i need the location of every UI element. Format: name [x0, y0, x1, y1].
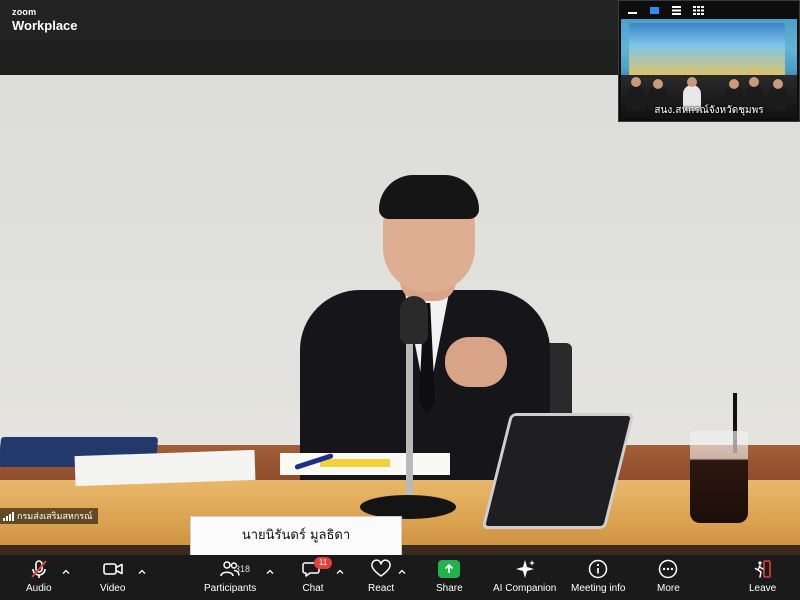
video-camera-icon: [102, 558, 124, 580]
heart-icon: [370, 558, 392, 580]
microphone: [400, 296, 428, 344]
share-screen-icon: [438, 558, 461, 580]
video-label: Video: [100, 583, 126, 594]
leave-exit-icon: [752, 558, 774, 580]
video-button[interactable]: Video: [100, 558, 125, 594]
papers: [74, 449, 256, 487]
audio-button[interactable]: Audio: [26, 558, 52, 594]
chat-label: Chat: [302, 583, 324, 594]
iced-coffee-cup: [690, 431, 748, 523]
leave-label: Leave: [749, 583, 777, 594]
participants-label: Participants: [204, 583, 257, 594]
sparkle-icon: [514, 558, 536, 580]
chat-bubble-icon: 11: [302, 557, 332, 580]
microphone-stand: [406, 343, 413, 503]
leave-button[interactable]: Leave: [749, 558, 776, 594]
participant-name: กรมส่งเสริมสหกรณ์: [17, 512, 93, 522]
meeting-toolbar: Audio Video Participants 318 11 Chat Rea…: [0, 555, 800, 600]
audio-label: Audio: [26, 583, 52, 594]
share-button[interactable]: Share: [436, 558, 463, 594]
react-options-chevron-up-icon[interactable]: [398, 568, 406, 576]
brand-zoom-text: zoom: [12, 7, 37, 17]
audio-options-chevron-up-icon[interactable]: [62, 568, 70, 576]
self-view-thumbnail[interactable]: สนง.สหกรณ์จังหวัดชุมพร: [618, 0, 800, 122]
share-label: Share: [436, 583, 463, 594]
event-banner: [629, 23, 785, 79]
meeting-info-button[interactable]: Meeting info: [571, 558, 625, 594]
ai-companion-button[interactable]: AI Companion: [493, 558, 556, 594]
speaker-hair: [379, 175, 479, 219]
active-speaker-video[interactable]: นายนิรันดร์ มูลธิดา: [0, 75, 800, 555]
video-options-chevron-up-icon[interactable]: [138, 568, 146, 576]
share-icon-box: [438, 560, 461, 578]
more-dots-icon: [657, 558, 679, 580]
speaker-hand: [445, 337, 507, 387]
chat-options-chevron-up-icon[interactable]: [336, 568, 344, 576]
brand-workplace-text: Workplace: [12, 18, 78, 33]
speaker-view-icon[interactable]: [649, 6, 660, 15]
participants-options-chevron-up-icon[interactable]: [266, 568, 274, 576]
zoom-workplace-logo: zoom Workplace: [12, 7, 78, 33]
more-label: More: [657, 583, 680, 594]
gallery-view-icon[interactable]: [693, 5, 704, 15]
chat-button[interactable]: 11 Chat: [302, 557, 332, 594]
self-view-caption: สนง.สหกรณ์จังหวัดชุมพร: [654, 105, 764, 116]
document-highlight: [320, 459, 390, 467]
nameplate: นายนิรันดร์ มูลธิดา: [190, 516, 402, 555]
meeting-info-label: Meeting info: [571, 583, 626, 594]
participants-count: 318: [235, 564, 251, 574]
connection-signal-icon: [3, 511, 14, 521]
self-view-controls: [619, 1, 799, 19]
chat-unread-badge: 11: [314, 557, 332, 569]
self-view-video: สนง.สหกรณ์จังหวัดชุมพร: [621, 19, 797, 119]
strip-view-icon[interactable]: [671, 5, 682, 15]
participant-name-tag: กรมส่งเสริมสหกรณ์: [0, 508, 98, 524]
more-button[interactable]: More: [657, 558, 680, 594]
react-button[interactable]: React: [368, 558, 394, 594]
microphone-muted-icon: [28, 558, 50, 580]
ai-companion-label: AI Companion: [493, 583, 557, 594]
react-label: React: [368, 583, 395, 594]
info-icon: [587, 558, 609, 580]
minimize-icon[interactable]: [627, 6, 638, 15]
